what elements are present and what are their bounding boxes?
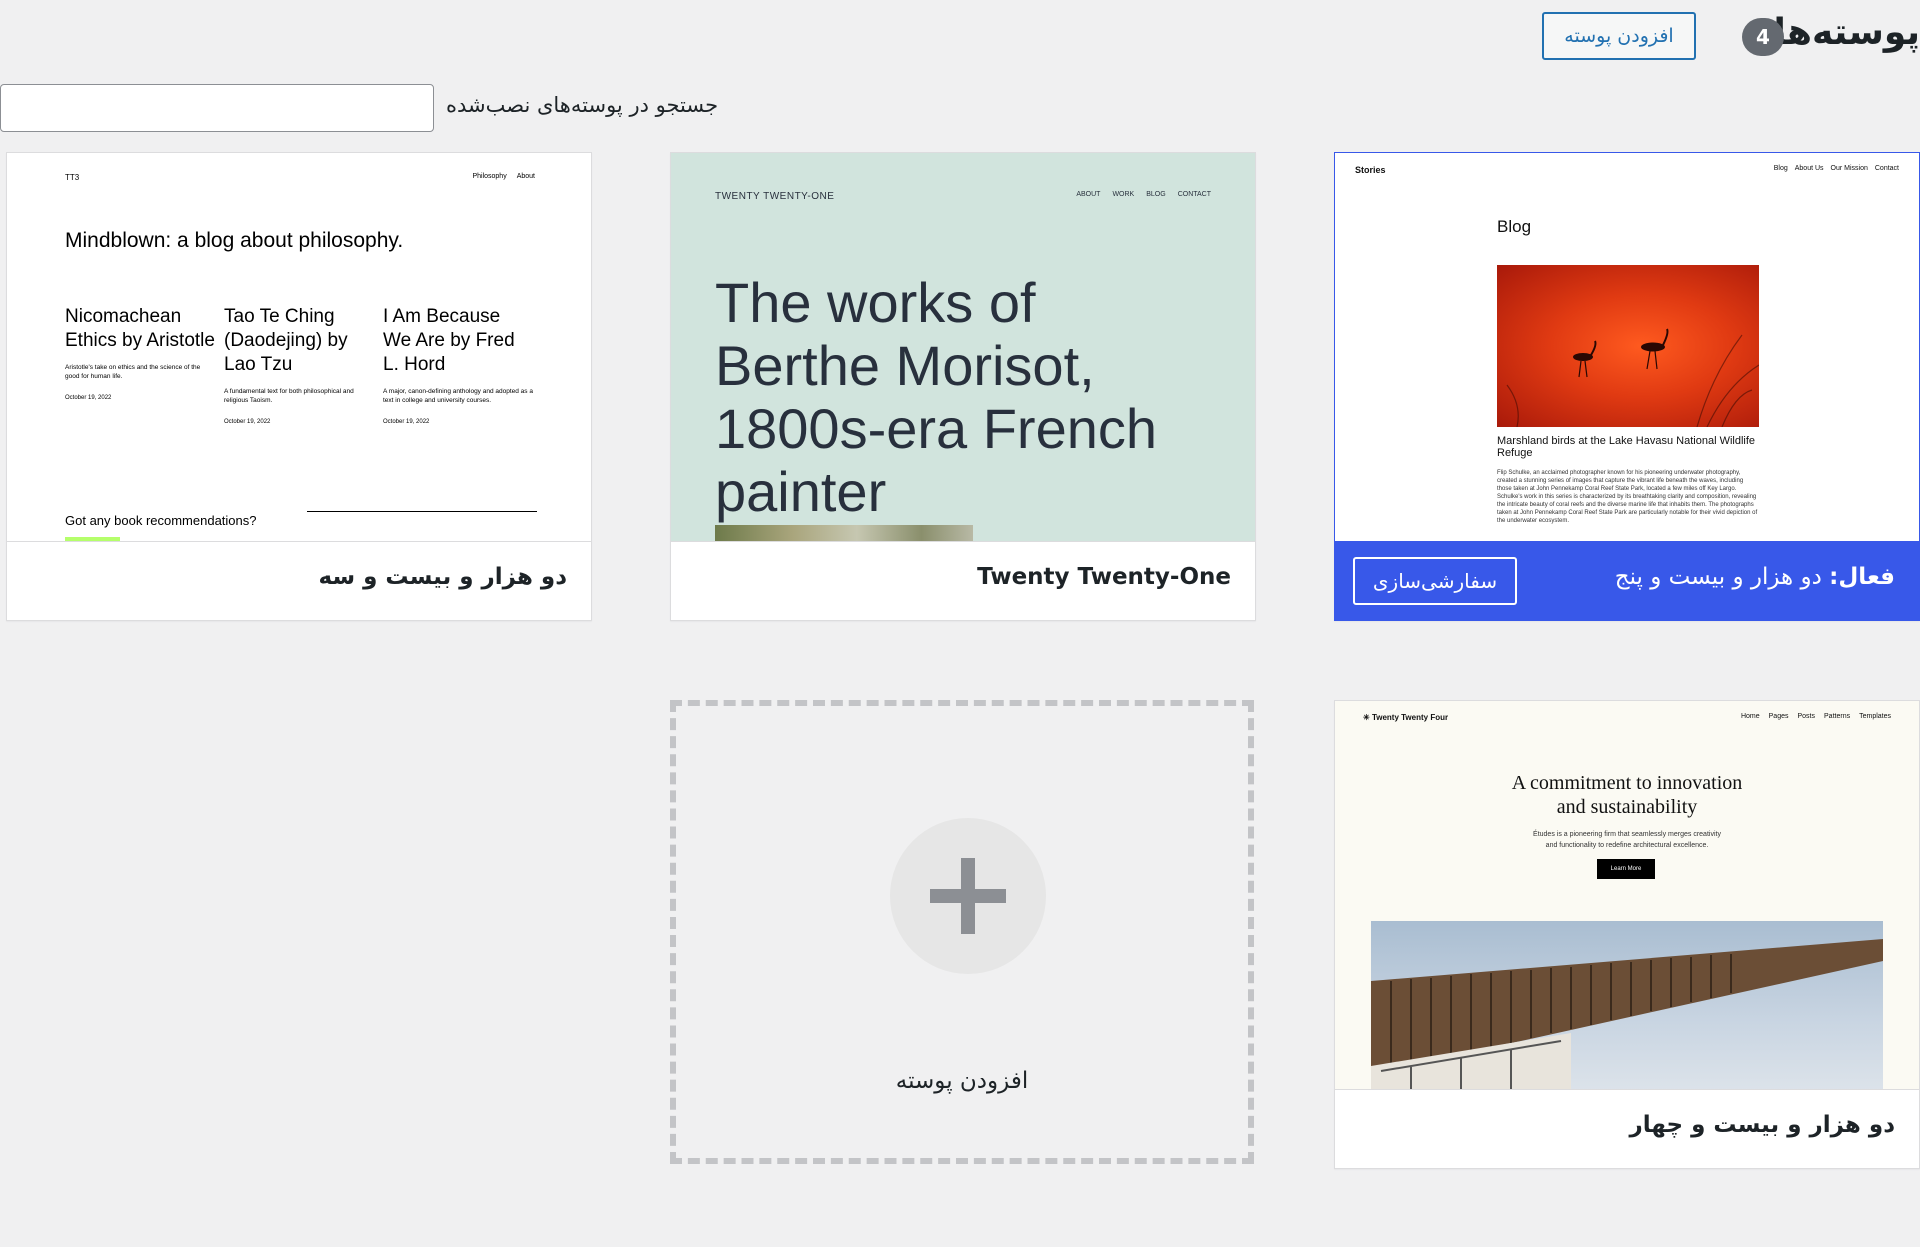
preview-logo: Stories: [1355, 165, 1386, 175]
preview-nav-item: Philosophy: [472, 173, 507, 180]
theme-name-text: دو هزار و بیست و پنج: [1614, 564, 1822, 590]
active-label: فعال:: [1829, 564, 1895, 590]
preview-learn-more-button: Learn More: [1597, 859, 1655, 879]
theme-screenshot[interactable]: ✳ Twenty Twenty Four Home Pages Posts Patte…: [1335, 701, 1919, 1091]
preview-question: Got any book recommendations?: [65, 513, 257, 528]
preview-heading: Blog: [1497, 217, 1532, 236]
preview-post: Tao Te Ching (Daodejing) by Lao Tzu A fu…: [224, 305, 374, 425]
preview-logo: TWENTY TWENTY-ONE: [715, 191, 835, 202]
add-new-theme-card[interactable]: افزودن پوسته: [670, 700, 1254, 1164]
post-title: I Am Because We Are by Fred L. Hord: [383, 306, 515, 375]
theme-screenshot[interactable]: TT3 Philosophy About Mindblown: a blog ab…: [7, 153, 591, 543]
preview-nav-item: Pages: [1768, 713, 1789, 720]
add-theme-button[interactable]: افزودن پوسته: [1542, 12, 1696, 60]
post-desc: Aristotle's take on ethics and the scien…: [65, 364, 201, 380]
preview-post: I Am Because We Are by Fred L. Hord A ma…: [383, 305, 533, 425]
theme-name: دو هزار و بیست و چهار: [1629, 1112, 1895, 1138]
preview-nav: Philosophy About: [462, 173, 535, 180]
preview-nav-item: BLOG: [1146, 191, 1166, 198]
preview-nav-item: Blog: [1773, 165, 1788, 172]
preview-logo: ✳ Twenty Twenty Four: [1363, 713, 1449, 722]
preview-logo: TT3: [65, 173, 80, 182]
preview-hero: A commitment to innovation and sustainab…: [1335, 771, 1919, 819]
add-new-theme-label[interactable]: افزودن پوسته: [676, 1068, 1248, 1094]
post-title: Nicomachean Ethics by Aristotle: [65, 306, 215, 351]
preview-photo-building: [1371, 921, 1883, 1091]
preview-nav-item: About: [516, 173, 535, 180]
preview-nav-item: Posts: [1797, 713, 1816, 720]
preview-nav: ABOUT WORK BLOG CONTACT: [1064, 191, 1211, 198]
customize-button[interactable]: سفارشی‌سازی: [1353, 557, 1517, 605]
theme-card-twentytwentythree[interactable]: TT3 Philosophy About Mindblown: a blog ab…: [6, 152, 592, 621]
preview-divider: [307, 511, 537, 512]
preview-nav-item: Our Mission: [1830, 165, 1868, 172]
post-date: October 19, 2022: [224, 419, 271, 425]
preview-hero: The works of Berthe Morisot, 1800s-era F…: [715, 271, 1158, 523]
preview-nav-item: Templates: [1859, 713, 1891, 720]
preview-sub-line: Études is a pioneering firm that seamles…: [1533, 831, 1721, 838]
preview-nav: Blog About Us Our Mission Contact: [1767, 165, 1899, 172]
theme-screenshot[interactable]: Stories Blog About Us Our Mission Contact B…: [1335, 153, 1919, 543]
preview-nav-item: CONTACT: [1177, 191, 1211, 198]
preview-nav-item: Contact: [1874, 165, 1899, 172]
preview-nav-item: Patterns: [1824, 713, 1851, 720]
preview-hero-line: and sustainability: [1556, 796, 1698, 818]
theme-name-bar: دو هزار و بیست و سه: [7, 541, 591, 620]
preview-photo-birds: [1497, 265, 1759, 427]
preview-nav-item: WORK: [1112, 191, 1135, 198]
post-date: October 19, 2022: [65, 395, 112, 401]
theme-card-twentytwentyone[interactable]: TWENTY TWENTY-ONE ABOUT WORK BLOG CONTACT T…: [670, 152, 1256, 621]
post-title: Tao Te Ching (Daodejing) by Lao Tzu: [224, 306, 348, 375]
post-desc: A fundamental text for both philosophica…: [224, 388, 354, 404]
search-input[interactable]: [0, 84, 434, 132]
post-desc: A major, canon-defining anthology and ad…: [383, 388, 533, 404]
themes-count-badge: 4: [1742, 18, 1784, 56]
theme-name: Twenty Twenty-One: [977, 564, 1231, 590]
preview-nav: Home Pages Posts Patterns Templates: [1732, 713, 1891, 720]
preview-nav-item: ABOUT: [1076, 191, 1101, 198]
theme-screenshot[interactable]: TWENTY TWENTY-ONE ABOUT WORK BLOG CONTACT T…: [671, 153, 1255, 543]
theme-name: فعال: دو هزار و بیست و پنج: [1615, 564, 1895, 590]
theme-card-twentytwentyfour[interactable]: ✳ Twenty Twenty Four Home Pages Posts Patte…: [1334, 700, 1920, 1169]
post-date: October 19, 2022: [383, 419, 430, 425]
preview-subtitle: Études is a pioneering firm that seamles…: [1335, 829, 1919, 851]
theme-name-bar: Twenty Twenty-One: [671, 541, 1255, 620]
theme-name: دو هزار و بیست و سه: [318, 564, 567, 590]
plus-icon[interactable]: [890, 818, 1046, 974]
preview-body: Flip Schulke, an acclaimed photographer …: [1497, 470, 1758, 524]
preview-nav-item: Home: [1740, 713, 1760, 720]
page-title: پوسته‌ها: [1773, 12, 1920, 53]
theme-card-twentytwentyfive[interactable]: Stories Blog About Us Our Mission Contact B…: [1334, 152, 1920, 621]
theme-name-bar: فعال: دو هزار و بیست و پنج سفارشی‌سازی: [1335, 541, 1919, 620]
search-label: جستجو در پوسته‌های نصب‌شده: [446, 93, 719, 117]
theme-name-bar: دو هزار و بیست و چهار: [1335, 1089, 1919, 1168]
preview-hero-line: A commitment to innovation: [1511, 772, 1743, 794]
preview-post: Nicomachean Ethics by Aristotle Aristotl…: [65, 305, 215, 401]
preview-headline: Mindblown: a blog about philosophy.: [65, 229, 404, 252]
preview-logo-text: Twenty Twenty Four: [1371, 713, 1449, 722]
preview-caption: Marshland birds at the Lake Havasu Natio…: [1497, 435, 1756, 459]
preview-nav-item: About Us: [1794, 165, 1824, 172]
preview-sub-line: and functionality to redefine architectu…: [1545, 842, 1709, 849]
